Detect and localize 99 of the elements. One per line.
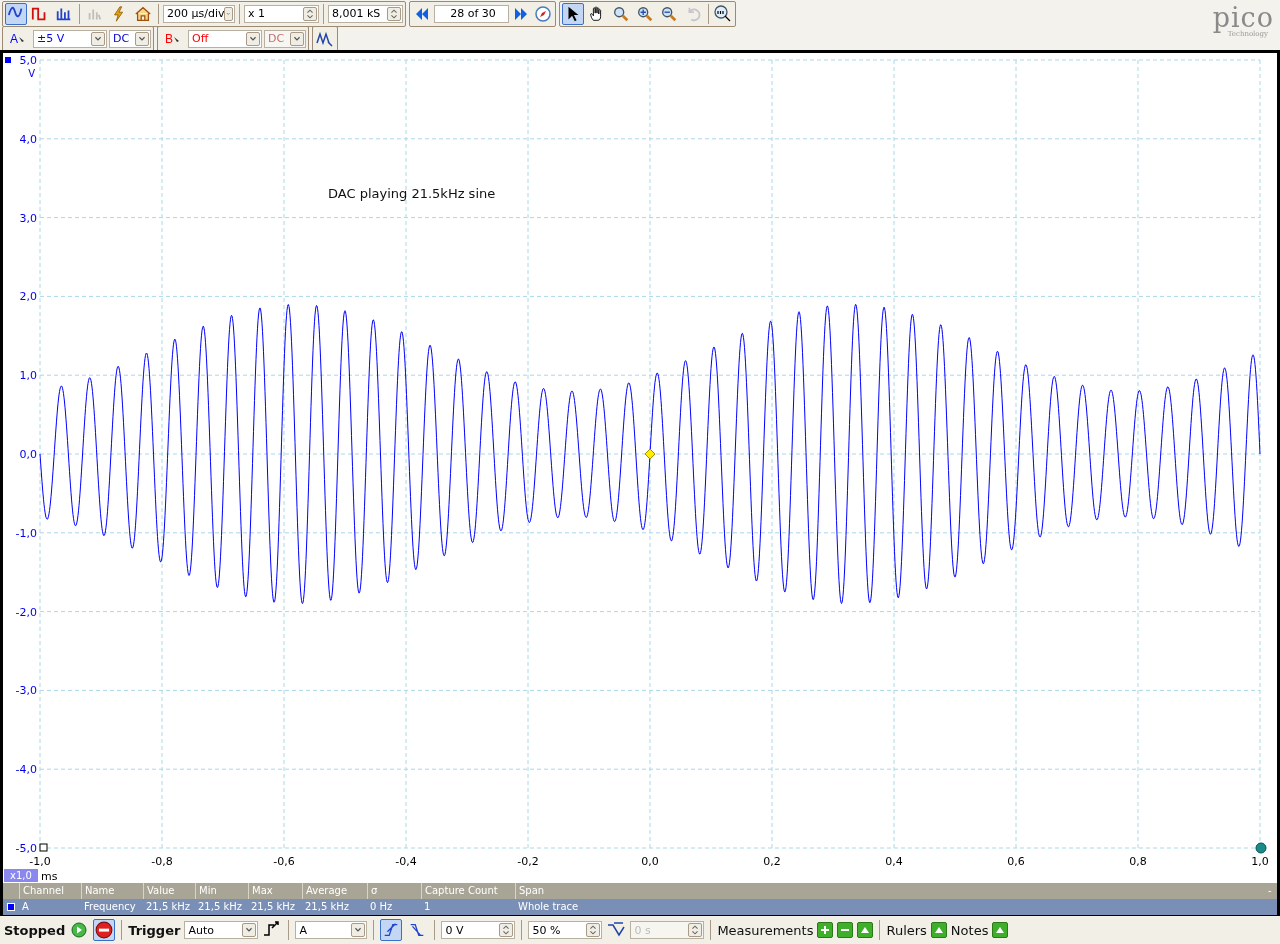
x-axis-label: -0,8 bbox=[151, 855, 173, 868]
trigger-label: Trigger bbox=[128, 922, 181, 938]
range-value: Off bbox=[192, 32, 209, 45]
rulers-label: Rulers bbox=[886, 922, 927, 938]
x-axis-label: 0,8 bbox=[1129, 855, 1147, 868]
play-icon bbox=[71, 922, 88, 938]
run-state-label: Stopped bbox=[4, 922, 66, 938]
add-measurement-button[interactable] bbox=[817, 922, 834, 938]
zoom-in-icon bbox=[636, 4, 654, 23]
note-text: DAC playing 21.5kHz sine bbox=[328, 186, 496, 201]
collapse-button[interactable]: - bbox=[1265, 883, 1277, 899]
coupling-value: DC bbox=[113, 32, 130, 45]
zoom-out-icon bbox=[660, 4, 678, 23]
trigger-source-value: A bbox=[299, 923, 307, 937]
x-axis-label: 0,6 bbox=[1007, 855, 1025, 868]
channel-button[interactable]: A bbox=[5, 27, 31, 50]
table-cell-text: 21,5 kHz bbox=[250, 900, 296, 914]
zoom-100-icon[interactable] bbox=[713, 3, 733, 24]
triangle-up-icon bbox=[860, 925, 871, 935]
pre-trigger-value: 50 % bbox=[532, 923, 561, 937]
capture-index-value: 28 of 30 bbox=[449, 7, 497, 20]
origin-marker[interactable] bbox=[39, 843, 48, 852]
timebase-dropdown[interactable]: 200 µs/div bbox=[163, 4, 235, 23]
rising-edge-button[interactable] bbox=[380, 919, 403, 941]
y-axis-label: 5,0 bbox=[19, 54, 37, 67]
coupling-value: DC bbox=[268, 32, 285, 45]
remove-measurement-button[interactable] bbox=[837, 922, 854, 938]
table-cell-text: 21,5 kHz bbox=[304, 900, 350, 914]
trigger-mode-value: Auto bbox=[188, 923, 214, 937]
range-value: ±5 V bbox=[37, 32, 65, 45]
probe-icon bbox=[173, 34, 181, 43]
threshold-value: 0 V bbox=[445, 923, 464, 937]
triangle-up-icon bbox=[995, 925, 1006, 935]
spinner-arrows-icon[interactable] bbox=[303, 6, 317, 21]
ruler-handle[interactable] bbox=[1255, 842, 1267, 854]
channel-label: A bbox=[10, 31, 18, 46]
table-cell-text: A bbox=[21, 900, 30, 914]
table-cell-text: Frequency bbox=[83, 900, 137, 914]
y-axis-label: 1,0 bbox=[19, 369, 37, 383]
spinner-arrows-icon[interactable] bbox=[586, 923, 601, 937]
pointer-tool-button[interactable] bbox=[562, 2, 584, 25]
x-axis-label: 0,4 bbox=[885, 855, 903, 868]
y-axis-label: -1,0 bbox=[15, 526, 37, 540]
start-button[interactable] bbox=[69, 920, 90, 940]
measurements-label: Measurements bbox=[717, 922, 814, 938]
x-unit-label: ms bbox=[41, 870, 58, 883]
trigger-source-dropdown[interactable]: A bbox=[295, 921, 368, 939]
x-axis-label: 0,2 bbox=[763, 855, 781, 868]
magnifier-icon bbox=[612, 4, 630, 23]
range-dropdown[interactable]: ±5 V bbox=[33, 29, 107, 48]
y-axis-label: -4,0 bbox=[15, 763, 37, 777]
table-cell-text: 0 Hz bbox=[369, 900, 394, 914]
channel-marker bbox=[5, 57, 11, 63]
zoom-factor-badge: x1,0 bbox=[4, 869, 38, 882]
samples-value: 8,001 kS bbox=[332, 7, 381, 20]
measurement-row[interactable]: A Frequency 21,5 kHz 21,5 kHz 21,5 kHz 21,5 kHz 0 Hz 1 Whole trace bbox=[3, 899, 1277, 915]
x-axis-label: -0,2 bbox=[517, 855, 539, 868]
x-axis-label: 0,0 bbox=[641, 855, 659, 868]
compass-icon[interactable] bbox=[533, 3, 553, 24]
triangle-up-icon bbox=[933, 925, 944, 935]
notes-toggle-button[interactable] bbox=[992, 922, 1009, 938]
spinner-arrows-icon[interactable] bbox=[387, 6, 401, 21]
coupling-dropdown[interactable]: DC bbox=[109, 29, 151, 48]
stop-icon bbox=[95, 921, 114, 939]
table-cell-text: 21,5 kHz bbox=[197, 900, 243, 914]
trigger-mode-dropdown[interactable]: Auto bbox=[184, 921, 259, 939]
x-axis-label: -0,4 bbox=[395, 855, 417, 868]
rulers-toggle-button[interactable] bbox=[930, 922, 947, 938]
table-cell-text: 21,5 kHz bbox=[145, 900, 191, 914]
house-icon bbox=[134, 4, 152, 23]
channel-label: B bbox=[165, 31, 173, 46]
spinner-arrows-icon[interactable] bbox=[499, 923, 514, 937]
stop-button[interactable] bbox=[93, 919, 116, 941]
probe-icon bbox=[18, 34, 26, 43]
y-unit-label: V bbox=[28, 68, 35, 79]
x-axis-label: -0,6 bbox=[273, 855, 295, 868]
threshold-spinner[interactable]: 0 V bbox=[441, 921, 516, 939]
y-axis-label: -5,0 bbox=[15, 842, 37, 855]
zoom-spinner[interactable]: x 1 bbox=[244, 4, 319, 23]
y-axis-label: 3,0 bbox=[19, 211, 37, 225]
y-axis-label: 4,0 bbox=[19, 132, 37, 146]
pre-trigger-spinner[interactable]: 50 % bbox=[528, 921, 603, 939]
y-axis-label: 0,0 bbox=[19, 448, 37, 461]
x-axis-label: 1,0 bbox=[1251, 855, 1269, 868]
trigger-marker[interactable] bbox=[644, 448, 656, 460]
zoom-value: x 1 bbox=[248, 7, 265, 20]
x-axis-label: -1,0 bbox=[29, 855, 51, 868]
capture-index-field[interactable]: 28 of 30 bbox=[434, 4, 509, 23]
y-axis-label: -2,0 bbox=[15, 605, 37, 619]
notes-label: Notes bbox=[950, 922, 989, 938]
scope-view-button[interactable] bbox=[5, 2, 27, 25]
table-cell-text: 1 bbox=[423, 900, 432, 914]
plus-icon bbox=[820, 925, 831, 935]
samples-spinner[interactable]: 8,001 kS bbox=[328, 4, 403, 23]
measurements-toggle-button[interactable] bbox=[857, 922, 874, 938]
y-axis-label: -3,0 bbox=[15, 684, 37, 698]
timebase-value: 200 µs/div bbox=[167, 7, 225, 20]
y-axis-label: 2,0 bbox=[19, 290, 37, 304]
table-cell-text: Whole trace bbox=[517, 900, 580, 914]
